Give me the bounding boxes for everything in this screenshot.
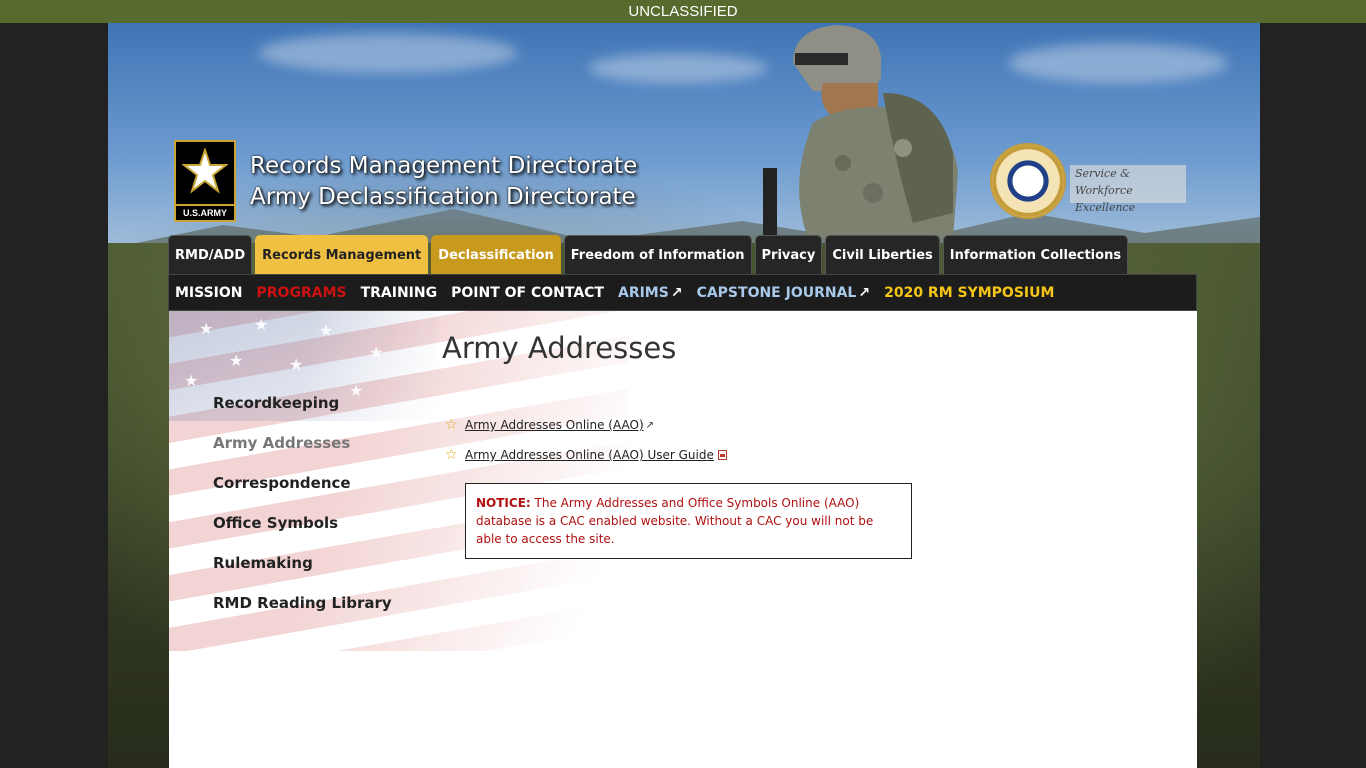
subnav-arims-label: ARIMS [617,284,669,301]
flag-star-icon: ★ [254,315,269,334]
subnav-capstone-journal-label: CAPSTONE JOURNAL [696,284,857,301]
star-bullet-icon: ☆ [445,447,458,463]
sky-cloud [588,53,768,83]
notice-label: NOTICE: [476,496,531,510]
star-bullet-icon: ☆ [445,417,458,433]
link-list-item: ☆ Army Addresses Online (AAO) User Guide [445,447,727,463]
subnav-arims[interactable]: ARIMS ↗ [618,285,683,301]
sub-navigation: MISSION PROGRAMS TRAINING POINT OF CONTA… [168,274,1197,311]
aao-link[interactable]: Army Addresses Online (AAO) [465,418,644,432]
service-text-line1: Service & Workforce [1075,167,1133,197]
army-star-icon [182,148,228,194]
notice-text: The Army Addresses and Office Symbols On… [476,496,874,546]
sidebar-item-correspondence[interactable]: Correspondence [213,473,392,513]
army-logo-text: U.S.ARMY [176,204,234,218]
sidebar-item-army-addresses[interactable]: Army Addresses [213,433,392,473]
flag-star-icon: ★ [229,351,244,370]
aao-user-guide-link[interactable]: Army Addresses Online (AAO) User Guide [465,448,714,462]
external-link-icon: ↗ [645,419,655,431]
main-tabs: RMD/ADD Records Management Declassificat… [168,235,1129,274]
tab-privacy[interactable]: Privacy [754,235,823,274]
subnav-mission[interactable]: MISSION [175,285,243,301]
tab-declassification[interactable]: Declassification [431,235,561,274]
sidebar-item-rmd-reading-library[interactable]: RMD Reading Library [213,593,392,633]
directorate-title[interactable]: Records Management Directorate Army Decl… [250,151,637,213]
pdf-icon [717,450,727,460]
tab-freedom-of-information[interactable]: Freedom of Information [563,235,752,274]
link-list-item: ☆ Army Addresses Online (AAO) ↗ [445,417,654,433]
subnav-training[interactable]: TRAINING [361,285,438,301]
external-link-icon: ↗ [858,284,871,301]
army-logo[interactable]: U.S.ARMY [174,140,236,222]
subnav-point-of-contact[interactable]: POINT OF CONTACT [451,285,604,301]
cac-notice: NOTICE: The Army Addresses and Office Sy… [465,483,912,559]
sidebar-item-recordkeeping[interactable]: Recordkeeping [213,393,392,433]
subnav-rm-symposium[interactable]: 2020 RM SYMPOSIUM [884,285,1054,301]
external-link-icon: ↗ [670,284,683,301]
tab-civil-liberties[interactable]: Civil Liberties [825,235,940,274]
sky-cloud [1008,43,1228,83]
content-panel: ★ ★ ★ ★ ★ ★ ★ ★ Recordkeeping Army Addre… [169,311,1197,768]
service-workforce-badge: Service & Workforce Excellence [1070,165,1186,214]
subnav-programs[interactable]: PROGRAMS [257,285,347,301]
sidebar-item-rulemaking[interactable]: Rulemaking [213,553,392,593]
flag-star-icon: ★ [289,355,304,374]
tab-information-collections[interactable]: Information Collections [942,235,1129,274]
directorate-title-line1: Records Management Directorate [250,153,638,179]
classification-banner: UNCLASSIFIED [0,0,1366,23]
subnav-capstone-journal[interactable]: CAPSTONE JOURNAL ↗ [697,285,871,301]
soldier-image [763,25,958,238]
sidebar-nav: Recordkeeping Army Addresses Corresponde… [213,393,392,633]
flag-star-icon: ★ [199,319,214,338]
flag-star-icon: ★ [184,371,199,390]
sky-cloud [258,33,518,73]
sidebar-item-office-symbols[interactable]: Office Symbols [213,513,392,553]
site-wrapper: U.S.ARMY Records Management Directorate … [108,23,1260,768]
flag-star-icon: ★ [369,343,384,362]
directorate-title-line2: Army Declassification Directorate [250,184,636,210]
tab-records-management[interactable]: Records Management [255,235,429,274]
flag-star-icon: ★ [319,321,334,340]
service-text-line2: Excellence [1075,201,1136,214]
tab-rmd-add[interactable]: RMD/ADD [168,235,253,274]
page-title: Army Addresses [442,331,677,365]
aaa-seal-icon [990,143,1066,219]
